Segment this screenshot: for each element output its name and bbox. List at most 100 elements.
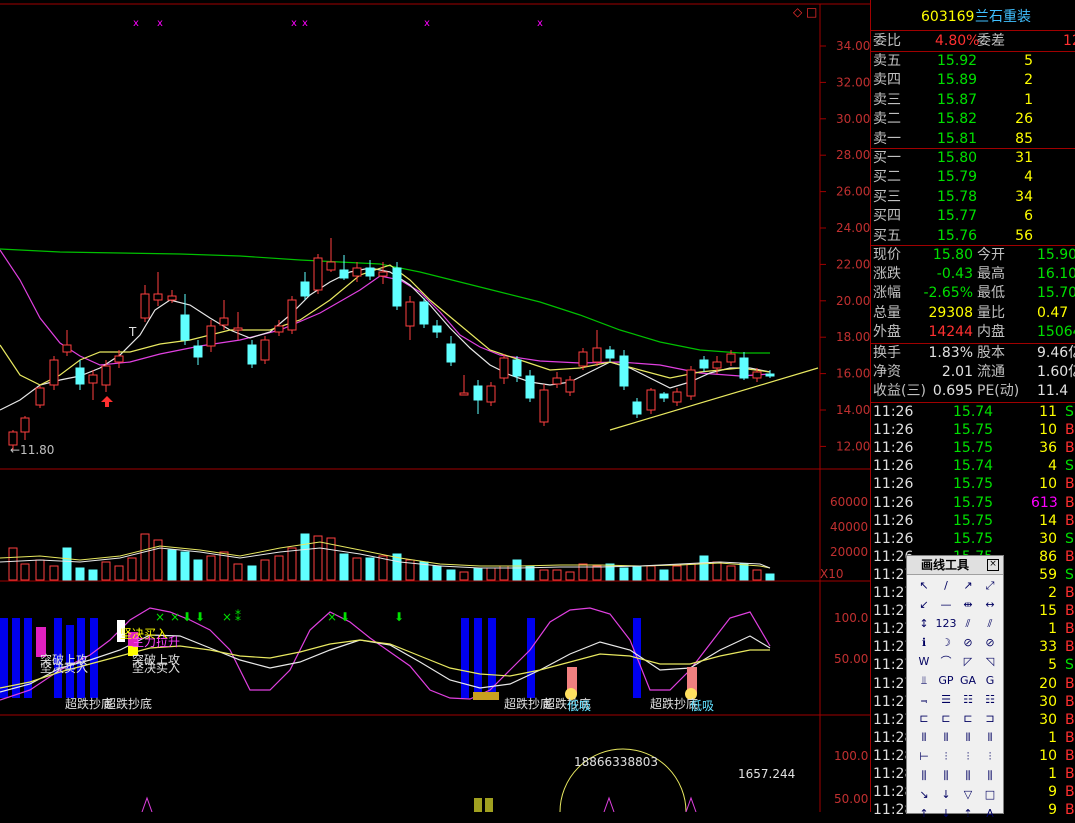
candle-body <box>699 359 709 369</box>
drawing-tool-button[interactable]: ↘ <box>913 785 935 804</box>
stat2-row: 换手1.83%股本9.46亿 <box>873 345 1075 361</box>
sell-price: 15.81 <box>937 130 978 147</box>
drawing-tool-button[interactable]: GP <box>935 671 957 690</box>
drawing-tool-button[interactable]: / <box>935 576 957 595</box>
drawing-tool-button[interactable]: A <box>979 804 1001 823</box>
buy-row[interactable]: 买三 15.78 34 <box>871 188 1075 207</box>
volume-bar <box>739 563 749 581</box>
candle-body <box>686 369 696 397</box>
candle-body <box>672 391 682 403</box>
drawing-tool-button[interactable]: ⊐ <box>979 709 1001 728</box>
drawing-tool-button[interactable]: ⫶ <box>935 747 957 766</box>
volume-bar <box>287 547 297 581</box>
drawing-tool-button[interactable]: ⇹ <box>957 595 979 614</box>
drawing-tools-panel[interactable]: 画线工具 × ↖ / ↗ ⤢ ↙ — ⇹ ↔ ↕ 123 ⫽ ⫽ ℹ ☽ ⊘ ⊘ W ⌒ ◸ ◹ ⫫ GP GA G ⫬ ☰ ☷ ☷ ⊏… <box>906 555 1004 820</box>
drawing-tool-button[interactable]: ⫶ <box>957 747 979 766</box>
drawing-tool-button[interactable]: ◸ <box>957 652 979 671</box>
drawing-tool-button[interactable]: ↗ <box>957 576 979 595</box>
sell-row[interactable]: 卖三 15.87 1 <box>871 91 1075 110</box>
candle-body <box>35 387 45 406</box>
sell-row[interactable]: 卖五 15.92 5 <box>871 52 1075 71</box>
drawing-tool-button[interactable]: ⫴ <box>957 728 979 747</box>
drawing-tool-button[interactable]: ⊢ <box>913 747 935 766</box>
buy-volume: 34 <box>1015 188 1033 205</box>
diamond-icon[interactable]: ◇ <box>793 5 803 19</box>
chart-area[interactable]: x x x x x x ◇ □ 34.00 32.00 30.00 28.00 26.0… <box>0 0 870 813</box>
tick-row: 11:26 15.75 10 B <box>873 476 1075 493</box>
volume-bar <box>365 557 375 581</box>
drawing-tool-button[interactable]: ↙ <box>913 595 935 614</box>
drawing-tool-button[interactable]: ⌒ <box>935 652 957 671</box>
drawing-tool-button[interactable]: ⊏ <box>935 709 957 728</box>
buy-row[interactable]: 买四 15.77 6 <box>871 207 1075 226</box>
drawing-tool-button[interactable]: ☰ <box>935 690 957 709</box>
drawing-tool-button[interactable]: ↓ <box>935 785 957 804</box>
drawing-tool-button[interactable]: ⊘ <box>957 633 979 652</box>
drawing-tool-button[interactable]: ⫼ <box>935 766 957 785</box>
kline-chart[interactable]: x x x x x x ◇ □ 34.00 32.00 30.00 28.00 26.0… <box>0 0 870 813</box>
drawing-tool-button[interactable]: ⫼ <box>913 766 935 785</box>
drawing-tool-button[interactable]: ⊏ <box>913 709 935 728</box>
drawing-tool-button[interactable]: ⫬ <box>913 690 935 709</box>
drawing-tool-button[interactable]: ⊏ <box>957 709 979 728</box>
drawing-tool-button[interactable]: ⫶ <box>979 747 1001 766</box>
drawing-tool-button[interactable]: ☷ <box>979 690 1001 709</box>
close-icon[interactable]: × <box>987 559 999 571</box>
drawing-tool-button[interactable]: ⊘ <box>979 633 1001 652</box>
drawing-tool-button[interactable]: ⫴ <box>935 728 957 747</box>
down-arrow-icon: ⬇ <box>394 610 404 624</box>
buy-row[interactable]: 买五 15.76 56 <box>871 227 1075 246</box>
cross-marker: × <box>327 610 337 624</box>
price-tick: 24.00 <box>836 221 870 235</box>
drawing-tool-button[interactable]: ↕ <box>913 614 935 633</box>
indicator-bar <box>12 618 20 698</box>
sell-row[interactable]: 卖二 15.82 26 <box>871 110 1075 129</box>
candle-body <box>419 301 429 325</box>
buy-row[interactable]: 买二 15.79 4 <box>871 168 1075 187</box>
drawing-tool-button[interactable]: ↔ <box>979 595 1001 614</box>
drawing-tool-button[interactable]: ⫼ <box>957 766 979 785</box>
candle-body <box>247 344 257 365</box>
drawing-tool-button[interactable]: — <box>935 595 957 614</box>
drawing-tool-button[interactable]: ⤢ <box>979 576 1001 595</box>
drawing-tool-button[interactable]: ▽ <box>957 785 979 804</box>
drawing-tool-button[interactable]: ⫽ <box>957 614 979 633</box>
drawing-tool-button[interactable]: ☽ <box>935 633 957 652</box>
sell-row[interactable]: 卖四 15.89 2 <box>871 71 1075 90</box>
drawing-tool-button[interactable]: ⫴ <box>913 728 935 747</box>
candle-body <box>619 355 629 387</box>
drawing-tool-button[interactable]: G <box>979 671 1001 690</box>
drawing-tool-button[interactable]: ↑ <box>913 804 935 823</box>
buy-row[interactable]: 买一 15.80 31 <box>871 149 1075 168</box>
buy-volume: 6 <box>1024 208 1033 225</box>
candle-body <box>20 417 30 433</box>
drawing-tool-button[interactable]: GA <box>957 671 979 690</box>
sell-row[interactable]: 卖一 15.81 85 <box>871 130 1075 149</box>
candle-body <box>260 339 270 361</box>
drawing-tool-button[interactable]: W <box>913 652 935 671</box>
volume-bar <box>686 563 696 581</box>
square-icon[interactable]: □ <box>806 5 817 19</box>
drawing-tool-button[interactable]: ⇡ <box>957 804 979 823</box>
ind-magenta <box>0 607 771 701</box>
drawing-tool-button[interactable]: ⫫ <box>913 671 935 690</box>
signal-text: 低吸 <box>567 699 591 713</box>
drawing-tool-button[interactable]: ⫴ <box>979 728 1001 747</box>
drawing-tool-button[interactable]: ◹ <box>979 652 1001 671</box>
drawing-tool-button[interactable]: □ <box>979 785 1001 804</box>
candle-body <box>632 401 642 415</box>
candle-body <box>233 327 243 331</box>
drawing-tool-button[interactable]: ℹ <box>913 633 935 652</box>
buy-label: 买四 <box>873 208 901 225</box>
buy-volume: 31 <box>1015 150 1033 166</box>
drawing-tool-button[interactable]: ↓ <box>935 804 957 823</box>
drawing-tool-button[interactable]: ↖ <box>913 576 935 595</box>
drawing-tool-button[interactable]: ⫽ <box>979 614 1001 633</box>
price-tick: 16.00 <box>836 367 870 381</box>
stock-name: 兰石重装 <box>975 9 1031 25</box>
wei-bi-row: 委比 4.80% 委差 12 <box>873 33 1075 49</box>
candle-body <box>578 351 588 367</box>
drawing-tool-button[interactable]: ☷ <box>957 690 979 709</box>
drawing-tool-button[interactable]: ⫼ <box>979 766 1001 785</box>
drawing-tool-button[interactable]: 123 <box>935 614 957 633</box>
